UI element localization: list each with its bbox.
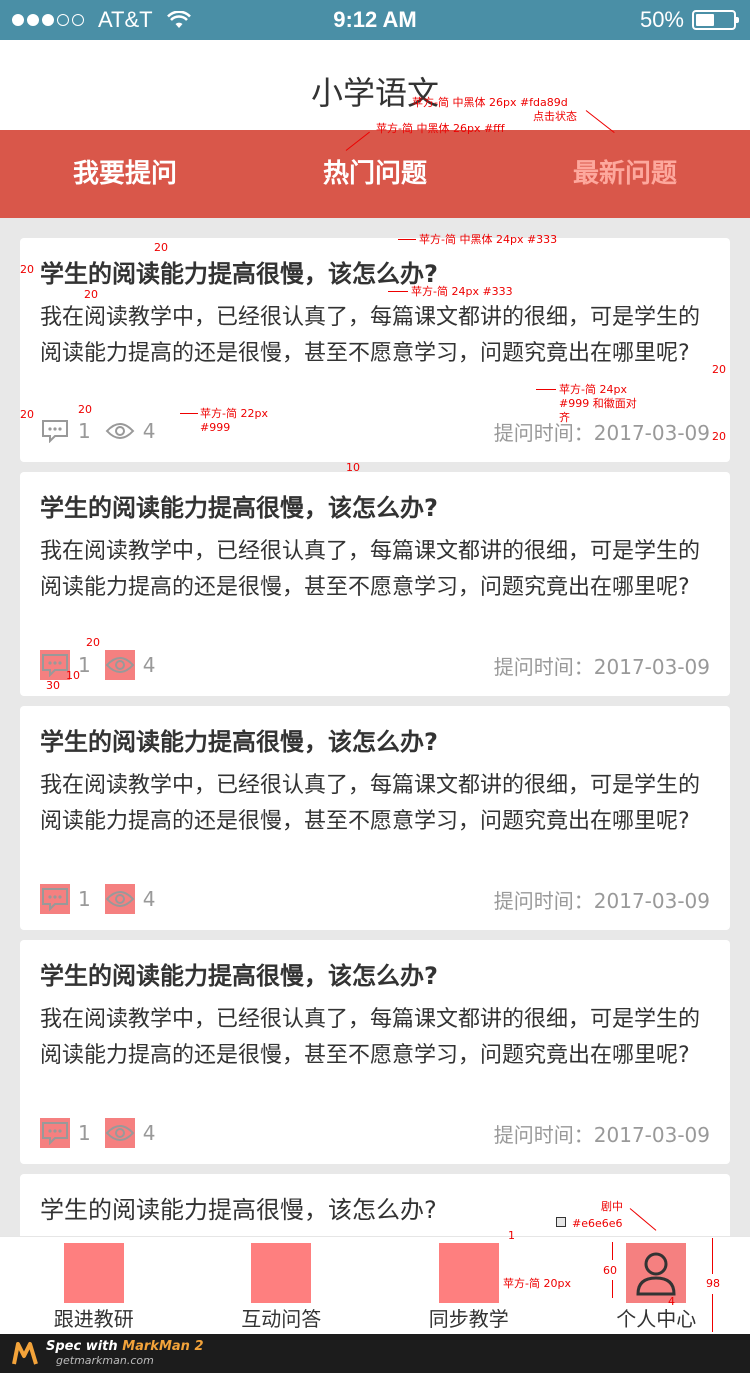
tabbar-label: 互动问答 [241, 1307, 322, 1331]
question-title: 学生的阅读能力提高很慢，该怎么办? [40, 260, 438, 288]
footer-site: getmarkman.com [56, 1354, 154, 1367]
tabbar-label: 个人中心 [616, 1307, 697, 1331]
user-icon [626, 1243, 687, 1303]
measure-label: 20 [154, 241, 168, 254]
measure-label: 20 [78, 403, 92, 416]
question-meta: 1 4 提问时间：2017-03-09 [40, 647, 710, 683]
tab-latest-questions[interactable]: 最新问题 [500, 130, 750, 218]
page-title: 小学语文 [310, 74, 439, 112]
question-card[interactable]: 学生的阅读能力提高很慢，该怎么办? 我在阅读教学中，已经很认真了，每篇课文都讲的… [20, 238, 730, 462]
battery-percent: 50% [639, 7, 684, 32]
color-swatch [556, 1217, 566, 1227]
annotation-label: #999 和徽面对 [559, 397, 637, 410]
measure-label: 30 [46, 679, 60, 692]
question-card[interactable]: 学生的阅读能力提高很慢，该怎么办? 我在阅读教学中，已经很认真了，每篇课文都讲的… [20, 706, 730, 930]
question-time: 提问时间：2017-03-09 [493, 888, 710, 913]
annotation-arrow [712, 1238, 713, 1274]
annotation-label: 点击状态 [533, 110, 577, 123]
bottom-tab-bar: 跟进教研 互动问答 同步教学 个人中心 [0, 1236, 750, 1334]
comment-icon [40, 1118, 70, 1148]
question-time: 提问时间：2017-03-09 [493, 420, 710, 445]
question-body: 我在阅读教学中，已经很认真了，每篇课文都讲的很细，可是学生的阅读能力提高的还是很… [40, 773, 701, 834]
question-body: 我在阅读教学中，已经很认真了，每篇课文都讲的很细，可是学生的阅读能力提高的还是很… [40, 539, 701, 600]
question-card[interactable]: 学生的阅读能力提高很慢，该怎么办? [20, 1174, 730, 1244]
comment-icon [40, 416, 70, 446]
question-time: 提问时间：2017-03-09 [493, 1122, 710, 1147]
question-title: 学生的阅读能力提高很慢，该怎么办? [40, 728, 438, 756]
annotation-label: #e6e6e6 [572, 1217, 623, 1230]
question-body: 我在阅读教学中，已经很认真了，每篇课文都讲的很细，可是学生的阅读能力提高的还是很… [40, 305, 701, 366]
annotation-arrow [536, 389, 556, 390]
annotation-label: 苹方-简 24px #333 [411, 285, 513, 298]
tab-ask-question[interactable]: 我要提问 [0, 130, 250, 218]
measure-label: 20 [712, 363, 726, 376]
annotation-arrow [398, 239, 416, 240]
markman-footer: Spec with MarkMan 2 getmarkman.com [0, 1334, 750, 1373]
question-meta: 1 4 提问时间：2017-03-09 [40, 413, 710, 449]
view-count: 4 [142, 887, 156, 911]
question-body: 我在阅读教学中，已经很认真了，每篇课文都讲的很细，可是学生的阅读能力提高的还是很… [40, 1007, 701, 1068]
research-icon [63, 1243, 124, 1303]
measure-label: 60 [603, 1264, 617, 1277]
view-count: 4 [142, 419, 156, 443]
eye-icon [104, 884, 135, 914]
question-meta: 1 4 提问时间：2017-03-09 [40, 1115, 710, 1151]
measure-label: 98 [706, 1277, 720, 1290]
annotation-arrow [180, 413, 198, 414]
teaching-icon [438, 1243, 499, 1303]
status-bar: AT&T 9:12 AM 50% [0, 0, 750, 40]
eye-icon [104, 1118, 135, 1148]
annotation-label: 苹方-简 中黑体 26px #fda89d [412, 96, 568, 109]
tabbar-item-research[interactable]: 跟进教研 [0, 1237, 188, 1334]
question-card[interactable]: 学生的阅读能力提高很慢，该怎么办? 我在阅读教学中，已经很认真了，每篇课文都讲的… [20, 940, 730, 1164]
question-meta: 1 4 提问时间：2017-03-09 [40, 881, 710, 917]
qa-icon [251, 1243, 312, 1303]
measure-label: 20 [20, 263, 34, 276]
clock: 9:12 AM [333, 7, 417, 32]
annotation-arrow [712, 1294, 713, 1332]
measure-label: 20 [86, 636, 100, 649]
annotation-label: 苹方-简 22px [200, 407, 268, 420]
tabbar-item-profile[interactable]: 个人中心 [563, 1237, 750, 1334]
annotation-label: 苹方-简 中黑体 24px #333 [419, 233, 558, 246]
annotation-label: 苹方-简 24px [559, 383, 627, 396]
annotation-label: 苹方-简 中黑体 26px #fff [376, 122, 505, 135]
question-card[interactable]: 学生的阅读能力提高很慢，该怎么办? 我在阅读教学中，已经很认真了，每篇课文都讲的… [20, 472, 730, 696]
measure-label: 20 [712, 430, 726, 443]
comment-icon [40, 884, 70, 914]
eye-icon [105, 416, 135, 446]
markman-logo-icon [12, 1342, 38, 1365]
measure-label: 1 [508, 1229, 515, 1242]
view-count: 4 [142, 1121, 156, 1145]
measure-label: 20 [20, 408, 34, 421]
annotation-label: 苹方-简 20px [503, 1277, 571, 1290]
tabbar-item-qa[interactable]: 互动问答 [188, 1237, 376, 1334]
question-title: 学生的阅读能力提高很慢，该怎么办? [40, 962, 438, 990]
question-time: 提问时间：2017-03-09 [493, 654, 710, 679]
comment-count: 1 [78, 1121, 91, 1145]
annotation-arrow [612, 1242, 613, 1260]
eye-icon [104, 650, 135, 680]
measure-label: 10 [346, 461, 360, 474]
question-title: 学生的阅读能力提高很慢，该怎么办? [40, 494, 438, 522]
measure-label: 20 [84, 288, 98, 301]
tabbar-label: 同步教学 [428, 1307, 509, 1331]
nav-bar: 小学语文 [0, 40, 750, 130]
tabbar-label: 跟进教研 [53, 1307, 134, 1331]
annotation-label: 齐 [559, 411, 570, 424]
measure-label: 10 [66, 669, 80, 682]
segment-tabs: 我要提问 热门问题 最新问题 [0, 130, 750, 218]
annotation-label: 剧中 [601, 1200, 623, 1213]
battery-icon [692, 10, 739, 30]
comment-count: 1 [78, 887, 91, 911]
footer-brand: Spec with MarkMan 2 [46, 1339, 204, 1354]
view-count: 4 [142, 653, 156, 677]
comment-count: 1 [78, 419, 91, 443]
annotation-arrow [388, 291, 408, 292]
tab-hot-questions[interactable]: 热门问题 [250, 130, 500, 218]
annotation-label: #999 [200, 421, 231, 434]
annotation-arrow [612, 1280, 613, 1298]
measure-label: 4 [668, 1295, 675, 1308]
question-title: 学生的阅读能力提高很慢，该怎么办? [40, 1196, 437, 1224]
